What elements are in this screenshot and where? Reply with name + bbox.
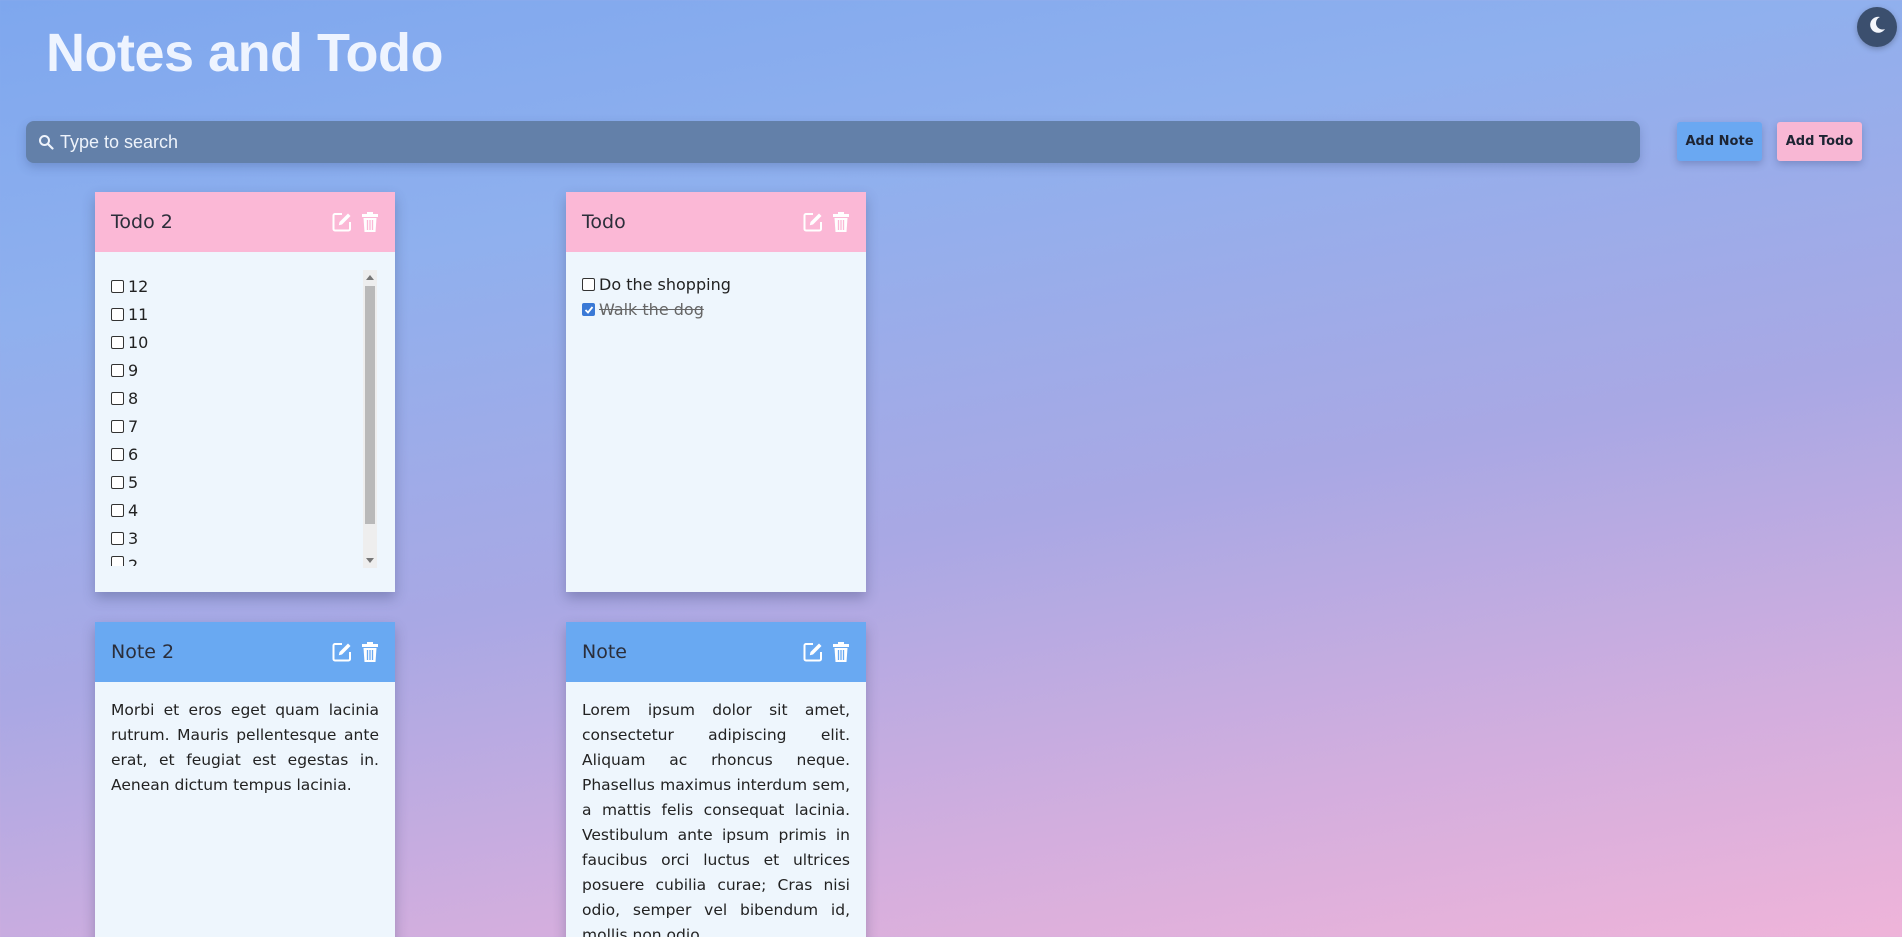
add-todo-button[interactable]: Add Todo xyxy=(1777,122,1862,161)
edit-icon[interactable] xyxy=(331,211,353,233)
search-input[interactable] xyxy=(60,131,1560,153)
note-body: Lorem ipsum dolor sit amet, consectetur … xyxy=(582,701,850,937)
todo-item[interactable]: 8 xyxy=(111,384,379,412)
checkbox[interactable] xyxy=(111,335,124,349)
todo-item[interactable]: 9 xyxy=(111,356,379,384)
todo-item[interactable]: 6 xyxy=(111,440,379,468)
todo-item-label: 8 xyxy=(128,388,139,408)
edit-icon[interactable] xyxy=(331,641,353,663)
card-header: Note 2 xyxy=(95,622,395,682)
card-actions xyxy=(802,211,852,233)
card-title: Note xyxy=(582,641,627,663)
trash-icon[interactable] xyxy=(359,211,381,233)
todo-item[interactable]: 3 xyxy=(111,524,379,552)
note-body: Morbi et eros eget quam lacinia rutrum. … xyxy=(111,701,379,794)
todo-item-label: 10 xyxy=(128,332,149,352)
scroll-up-arrow[interactable] xyxy=(366,275,374,280)
card-header: Note xyxy=(566,622,866,682)
todo-item[interactable]: 10 xyxy=(111,328,379,356)
scrollbar-thumb[interactable] xyxy=(365,286,375,524)
card-header: Todo xyxy=(566,192,866,252)
todo-item-label: 6 xyxy=(128,444,139,464)
add-note-button[interactable]: Add Note xyxy=(1677,122,1762,161)
checkbox[interactable] xyxy=(111,556,124,566)
todo-list[interactable]: Do the shopping Walk the dog xyxy=(566,252,866,592)
todo-item[interactable]: 7 xyxy=(111,412,379,440)
checkbox[interactable] xyxy=(111,391,124,405)
todo-item-label: 7 xyxy=(128,416,139,436)
checkbox[interactable] xyxy=(111,475,124,489)
page-title: Notes and Todo xyxy=(46,23,443,83)
todo-card: Todo Do the shopping Walk the dog xyxy=(566,192,866,592)
moon-icon xyxy=(1867,15,1887,39)
todo-item-label: 12 xyxy=(128,276,149,296)
scrollbar[interactable] xyxy=(363,270,377,568)
note-card: Note 2 Morbi et eros eget quam lacinia r… xyxy=(95,622,395,937)
checkbox[interactable] xyxy=(111,363,124,377)
card-title: Todo xyxy=(582,211,626,233)
search-icon xyxy=(38,134,54,150)
todo-list[interactable]: 12 11 10 9 8 7 6 5 4 3 2 xyxy=(95,252,395,592)
todo-item-label: 11 xyxy=(128,304,149,324)
card-title: Todo 2 xyxy=(111,211,173,233)
checkbox[interactable] xyxy=(111,447,124,461)
card-header: Todo 2 xyxy=(95,192,395,252)
card-actions xyxy=(802,641,852,663)
todo-item-label: Walk the dog xyxy=(599,300,704,319)
trash-icon[interactable] xyxy=(830,211,852,233)
note-card: Note Lorem ipsum dolor sit amet, consect… xyxy=(566,622,866,937)
todo-card: Todo 2 12 11 10 9 8 7 6 5 4 3 2 xyxy=(95,192,395,592)
edit-icon[interactable] xyxy=(802,211,824,233)
todo-item[interactable]: 2 xyxy=(111,552,379,566)
todo-item[interactable]: Do the shopping xyxy=(582,272,850,297)
todo-item-label: 4 xyxy=(128,500,139,520)
todo-item-label: 5 xyxy=(128,472,139,492)
card-actions xyxy=(331,641,381,663)
card-title: Note 2 xyxy=(111,641,175,663)
todo-item[interactable]: 5 xyxy=(111,468,379,496)
todo-item[interactable]: 12 xyxy=(111,272,379,300)
card-actions xyxy=(331,211,381,233)
theme-toggle-button[interactable] xyxy=(1857,7,1897,47)
search-bar[interactable] xyxy=(26,121,1640,163)
trash-icon[interactable] xyxy=(830,641,852,663)
scroll-down-arrow[interactable] xyxy=(366,558,374,563)
todo-item[interactable]: 4 xyxy=(111,496,379,524)
todo-item-label: 9 xyxy=(128,360,139,380)
trash-icon[interactable] xyxy=(359,641,381,663)
checkbox[interactable] xyxy=(111,419,124,433)
todo-item-label: 3 xyxy=(128,528,139,548)
checkbox[interactable] xyxy=(111,531,124,545)
todo-item[interactable]: 11 xyxy=(111,300,379,328)
edit-icon[interactable] xyxy=(802,641,824,663)
todo-item[interactable]: Walk the dog xyxy=(582,297,850,322)
checkbox[interactable] xyxy=(111,279,124,293)
checkbox-checked[interactable] xyxy=(582,303,595,316)
checkbox[interactable] xyxy=(582,278,595,291)
todo-item-label: Do the shopping xyxy=(599,275,731,294)
todo-item-label: 2 xyxy=(128,556,139,566)
checkbox[interactable] xyxy=(111,307,124,321)
checkbox[interactable] xyxy=(111,503,124,517)
